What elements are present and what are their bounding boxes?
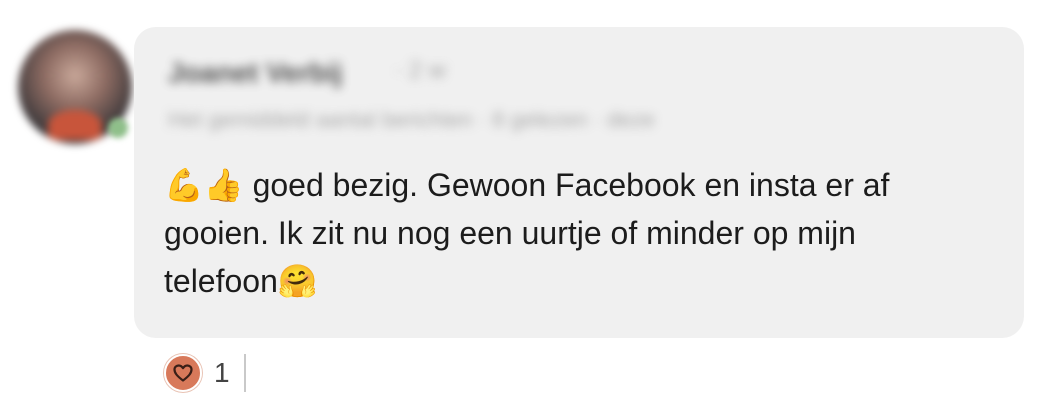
reaction-count[interactable]: 1 — [214, 357, 230, 389]
hugging-face-icon: 🤗 — [277, 262, 318, 300]
comment-line-1: 💪👍 goed bezig. Gewoon Facebook en insta … — [164, 161, 984, 209]
comment-text-line-3: telefoon — [164, 263, 278, 299]
author-meta: · 2 w — [394, 57, 447, 84]
heart-icon[interactable] — [164, 354, 202, 392]
reaction-bar[interactable]: 1 — [164, 354, 246, 392]
author-name[interactable]: Joanet Verbij — [168, 57, 342, 89]
comment-text-line-1: goed bezig. Gewoon Facebook en insta er … — [243, 167, 890, 203]
author-subtitle: Het gemiddeld aantal berichten · 8 gelez… — [168, 107, 655, 132]
comment-text-line-2: gooien. Ik zit nu nog een uurtje of mind… — [164, 215, 856, 251]
online-status-dot — [108, 118, 128, 138]
flexed-biceps-icon: 💪 — [164, 166, 204, 204]
comment-bubble: Joanet Verbij · 2 w Het gemiddeld aantal… — [134, 27, 1024, 338]
divider — [243, 354, 246, 392]
avatar-shirt — [48, 110, 102, 140]
comment-text: 💪👍 goed bezig. Gewoon Facebook en insta … — [164, 161, 984, 305]
comment-line-3: telefoon🤗 — [164, 257, 984, 305]
thumbs-up-icon: 👍 — [203, 166, 244, 204]
